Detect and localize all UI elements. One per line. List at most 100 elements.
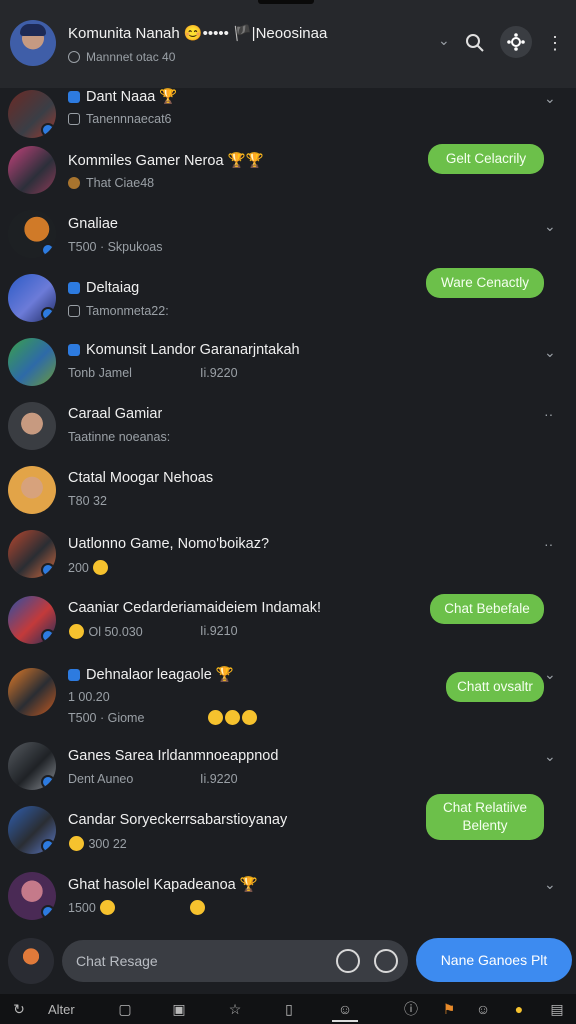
chat-name-text: Komunsit Landor Garanarjntakah: [86, 342, 300, 358]
chevron-down-icon[interactable]: ⌄: [544, 218, 556, 235]
star-icon[interactable]: ☆: [226, 1000, 244, 1018]
member-count: Mannnet otac 40: [86, 50, 176, 64]
chat-row[interactable]: Uatlonno Game, Nomo'boikaz? 200 ··: [0, 526, 576, 590]
info-icon[interactable]: ⓘ: [402, 1000, 420, 1018]
chat-row[interactable]: Caaniar Cedarderiamaideiem Indamak! Ol 5…: [0, 590, 576, 654]
verified-badge-icon: [41, 629, 55, 643]
verified-badge-icon: [41, 243, 55, 257]
chevron-down-icon[interactable]: ⌄: [544, 344, 556, 361]
chat-row[interactable]: Ctatal Moogar Nehoas T80 32: [0, 460, 576, 524]
emoji-icon[interactable]: ●: [510, 1000, 528, 1018]
group-title[interactable]: Komunita Nanah 😊••••• 🏴|Neoosinaa: [68, 24, 388, 42]
chat-preview-text: Tanennnaecat6: [86, 112, 172, 126]
chat-row[interactable]: Dehnalaor leagaole 🏆 1 00.20 T500 · Giom…: [0, 658, 576, 738]
chat-avatar: [8, 338, 56, 386]
chat-preview-text: T500 · Giome: [68, 711, 145, 725]
chat-name: Gnaliae: [68, 216, 118, 232]
chat-preview: That Ciae48: [68, 176, 154, 190]
chat-row[interactable]: Kommiles Gamer Neroa 🏆🏆 That Ciae48 Gelt…: [0, 140, 576, 204]
chat-avatar: [8, 530, 56, 578]
emoji-icon: [69, 836, 84, 851]
play-icon: [68, 344, 80, 356]
chat-row[interactable]: Ganes Sarea Irldanmnoeappnod Dent Auneo …: [0, 738, 576, 802]
chat-tag-pill[interactable]: Ware Cenactly: [426, 268, 544, 298]
chat-meta: Ii.9220: [200, 366, 238, 380]
chat-name-text: Deltaiag: [86, 280, 140, 296]
chat-preview-text: 300 22: [88, 837, 127, 851]
chat-tag-pill[interactable]: Chatt ovsaltr: [446, 672, 544, 702]
emoji-icon: [207, 710, 223, 725]
chat-preview-secondary: T500 · Giome: [68, 710, 258, 725]
emoji-picker-icon[interactable]: [374, 949, 398, 973]
chat-header: Komunita Nanah 😊••••• 🏴|Neoosinaa Mannne…: [0, 0, 576, 88]
chat-tag-pill[interactable]: Chat Relatiive Belenty: [426, 794, 544, 840]
file-icon[interactable]: ▯: [280, 1000, 298, 1018]
message-composer: Chat Resage Nane Ganoes Plt: [0, 930, 576, 994]
chat-avatar: [8, 146, 56, 194]
chat-preview: T80 32: [68, 494, 107, 508]
chat-avatar: [8, 668, 56, 716]
check-icon: [68, 91, 80, 103]
chat-name: Ghat hasolel Kapadeanoa 🏆: [68, 877, 258, 893]
user-icon[interactable]: ☺: [336, 1000, 354, 1018]
chevron-down-icon[interactable]: ⌄: [544, 90, 556, 107]
chat-tag-pill[interactable]: Chat Bebefale: [430, 594, 544, 624]
chat-avatar: [8, 742, 56, 790]
chat-avatar: [8, 90, 56, 138]
chat-name-text: Dant Naaa 🏆: [86, 89, 178, 105]
emoji-icon: [100, 900, 116, 915]
chat-name-text: Dehnalaor leagaole 🏆: [86, 667, 234, 683]
check-icon: [68, 282, 80, 294]
chat-preview: Taatinne noeanas:: [68, 430, 171, 444]
status-notch: [258, 0, 314, 4]
chat-name: Caaniar Cedarderiamaideiem Indamak!: [68, 600, 322, 616]
chat-preview: Tonb Jamel: [68, 366, 132, 380]
grid-icon[interactable]: ▢: [116, 1000, 134, 1018]
chat-name: Candar Soryeckerrsabarstioyanay: [68, 812, 288, 828]
chat-row[interactable]: Candar Soryeckerrsabarstioyanay 300 22 C…: [0, 794, 576, 870]
smile-icon[interactable]: ☺: [474, 1000, 492, 1018]
settings-gear-icon[interactable]: [500, 26, 532, 58]
bottom-label[interactable]: Alter: [48, 1002, 75, 1017]
image-icon[interactable]: ▣: [170, 1000, 188, 1018]
more-options-icon[interactable]: ⋮: [542, 30, 568, 56]
expand-chevron-icon[interactable]: ⌄: [438, 32, 450, 49]
refresh-icon[interactable]: ↻: [10, 1000, 28, 1018]
chevron-down-icon[interactable]: ⌄: [544, 666, 556, 683]
verified-badge-icon: [41, 839, 55, 853]
chat-row[interactable]: Gnaliae T500 · Skpukoas ⌄: [0, 204, 576, 268]
emoji-icon: [224, 710, 240, 725]
message-input[interactable]: Chat Resage: [62, 940, 408, 982]
chat-row[interactable]: Deltaiag Tamonmeta22: Ware Cenactly: [0, 268, 576, 332]
group-avatar[interactable]: [10, 20, 56, 66]
chat-tag-pill[interactable]: Gelt Celacrily: [428, 144, 544, 174]
chat-row[interactable]: Caraal Gamiar Taatinne noeanas: ··: [0, 396, 576, 460]
chat-preview-text: 200: [68, 561, 89, 575]
chat-preview: Tanennnaecat6: [68, 112, 172, 126]
chat-bubble-icon[interactable]: [336, 949, 360, 973]
menu-icon[interactable]: ▤: [548, 1000, 566, 1018]
user-avatar[interactable]: [8, 938, 54, 984]
more-icon[interactable]: ··: [544, 536, 553, 552]
chat-preview: Ol 50.030: [68, 624, 143, 639]
chevron-down-icon[interactable]: ⌄: [544, 748, 556, 765]
emoji-icon: [69, 624, 84, 639]
chat-row[interactable]: Komunsit Landor Garanarjntakah Tonb Jame…: [0, 332, 576, 396]
image-icon: [68, 113, 80, 125]
chat-name: Deltaiag: [68, 280, 139, 296]
chat-preview: Tamonmeta22:: [68, 304, 169, 318]
more-icon[interactable]: ··: [544, 406, 553, 422]
chat-avatar: [8, 402, 56, 450]
chat-name: Ctatal Moogar Nehoas: [68, 470, 214, 486]
search-icon[interactable]: [462, 30, 488, 56]
send-button[interactable]: Nane Ganoes Plt: [416, 938, 572, 982]
active-tab-indicator: [332, 1020, 358, 1022]
chat-row[interactable]: Ghat hasolel Kapadeanoa 🏆 1500 ⌄: [0, 866, 576, 930]
chat-avatar: [8, 596, 56, 644]
flag-icon[interactable]: ⚑: [440, 1000, 458, 1018]
chat-name: Caraal Gamiar: [68, 406, 163, 422]
chat-avatar: [8, 274, 56, 322]
chat-preview: 200: [68, 560, 109, 575]
chevron-down-icon[interactable]: ⌄: [544, 876, 556, 893]
play-icon: [68, 669, 80, 681]
